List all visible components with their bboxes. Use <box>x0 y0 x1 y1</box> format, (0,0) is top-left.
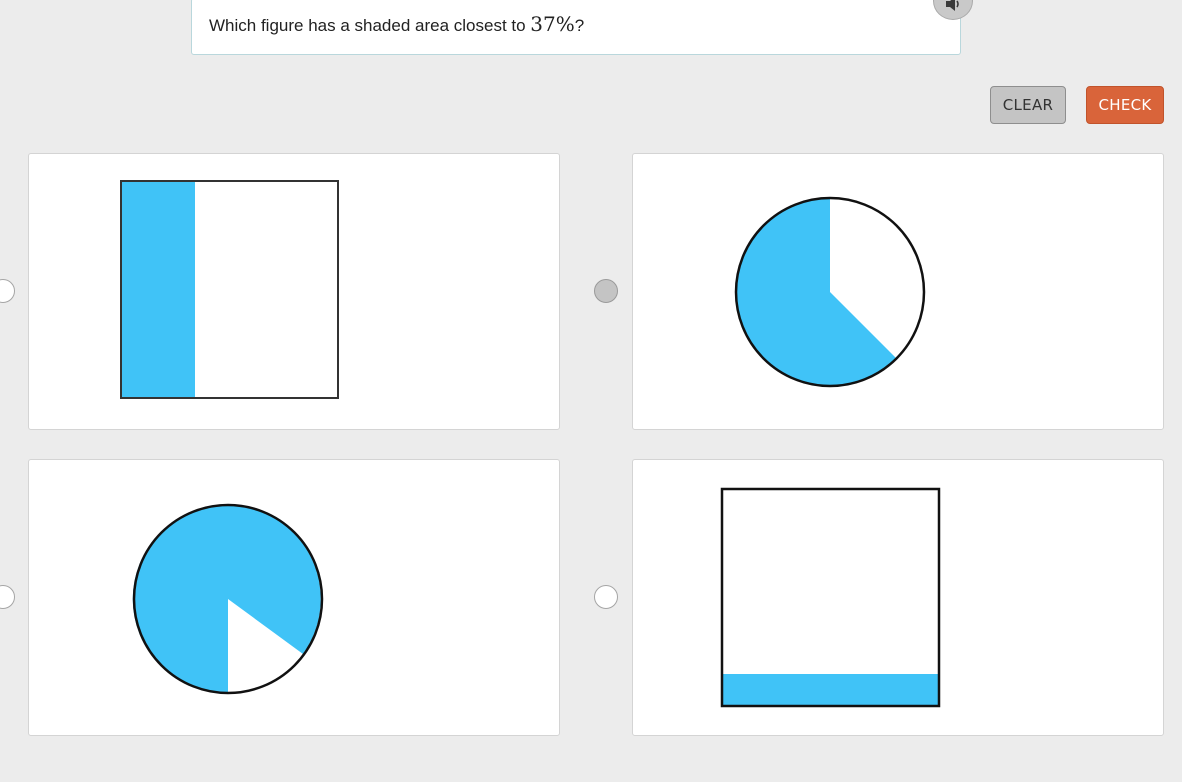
choice-card-1[interactable] <box>28 153 560 430</box>
question-prefix: Which figure has a shaded area closest t… <box>209 16 531 35</box>
circle-figure <box>132 503 324 695</box>
square-figure <box>720 487 941 708</box>
clear-button[interactable]: CLEAR <box>990 86 1066 124</box>
shaded-region <box>722 674 939 706</box>
choice-radio-1[interactable] <box>0 279 15 303</box>
choice-card-3[interactable] <box>28 459 560 736</box>
choice-card-2[interactable] <box>632 153 1164 430</box>
question-box: Which figure has a shaded area closest t… <box>191 0 961 55</box>
question-suffix: ? <box>574 16 585 35</box>
circle-figure <box>734 196 926 388</box>
question-text: Which figure has a shaded area closest t… <box>209 12 584 36</box>
check-button[interactable]: CHECK <box>1086 86 1164 124</box>
choice-radio-4[interactable] <box>594 585 618 609</box>
square-outline <box>720 487 941 708</box>
square-figure <box>120 180 339 399</box>
choice-radio-3[interactable] <box>0 585 15 609</box>
shaded-region <box>121 181 195 398</box>
question-percent: 37% <box>530 12 575 36</box>
choice-card-4[interactable] <box>632 459 1164 736</box>
choice-radio-2[interactable] <box>594 279 618 303</box>
speaker-icon <box>946 0 959 11</box>
